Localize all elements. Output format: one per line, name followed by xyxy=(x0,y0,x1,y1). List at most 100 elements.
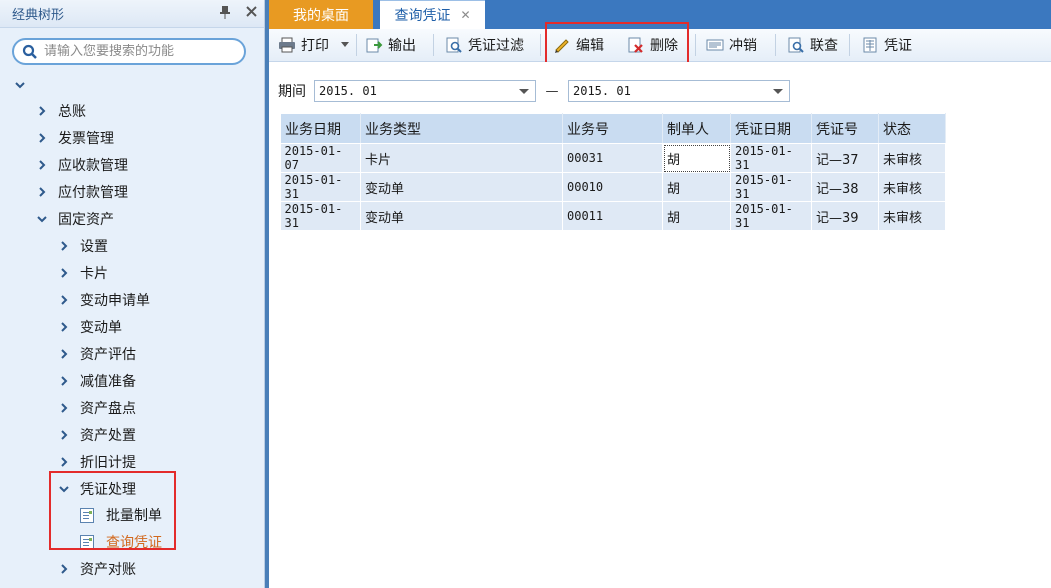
print-label: 打印 xyxy=(301,38,329,54)
tree-item-label: 资产处置 xyxy=(80,428,136,444)
reverse-button[interactable]: 冲销 xyxy=(706,33,757,57)
table-cell[interactable]: 2015-01-31 xyxy=(730,201,812,231)
pin-icon[interactable] xyxy=(212,5,238,23)
tree-item-receivable[interactable]: 应收款管理 xyxy=(36,154,128,176)
caret-down-icon xyxy=(341,42,349,47)
table-cell[interactable]: 胡 xyxy=(662,172,731,202)
close-icon[interactable]: ✕ xyxy=(460,8,470,22)
period-from-select[interactable]: 2015. 01 xyxy=(314,80,536,102)
tree-item-label: 总账 xyxy=(58,104,86,120)
table-cell[interactable]: 00011 xyxy=(562,201,663,231)
tree-item-label: 设置 xyxy=(80,239,108,255)
table-cell[interactable]: 00010 xyxy=(562,172,663,202)
linked-query-button[interactable]: 联查 xyxy=(787,33,838,57)
tree-item-label: 应收款管理 xyxy=(58,158,128,174)
table-cell[interactable]: 00031 xyxy=(562,143,663,173)
table-cell[interactable]: 记—37 xyxy=(811,143,879,173)
toolbar-separator xyxy=(849,34,850,56)
toolbar-separator xyxy=(540,34,541,56)
table-cell[interactable]: 记—38 xyxy=(811,172,879,202)
export-icon xyxy=(366,38,383,53)
search-icon[interactable] xyxy=(22,44,38,60)
table-cell[interactable]: 2015-01-31 xyxy=(730,172,812,202)
period-label: 期间 xyxy=(278,84,306,100)
tab-query-voucher[interactable]: 查询凭证 ✕ xyxy=(380,0,485,29)
search-input[interactable] xyxy=(44,44,244,59)
tree-item-reconciliation[interactable]: 资产对账 xyxy=(58,558,136,580)
tree-item-change-request[interactable]: 变动申请单 xyxy=(58,289,150,311)
table-cell[interactable]: 记—39 xyxy=(811,201,879,231)
tree-item-disposal[interactable]: 资产处置 xyxy=(58,424,136,446)
export-button[interactable]: 输出 xyxy=(365,33,416,57)
table-cell[interactable]: 2015-01-31 xyxy=(280,201,361,231)
column-header[interactable]: 业务类型 xyxy=(360,113,563,144)
table-cell[interactable]: 未审核 xyxy=(878,172,946,202)
sidebar: 经典树形 总账 发票管理 应收款管理 xyxy=(0,0,265,588)
tree-item-change-doc[interactable]: 变动单 xyxy=(58,316,122,338)
column-header[interactable]: 制单人 xyxy=(662,113,731,144)
column-header[interactable]: 凭证号 xyxy=(811,113,879,144)
table-row[interactable]: 2015-01-31 变动单 00011 胡 2015-01-31 记—39 未… xyxy=(280,201,946,231)
tree-item-label: 变动单 xyxy=(80,320,122,336)
voucher-filter-label: 凭证过滤 xyxy=(468,38,524,54)
close-icon[interactable] xyxy=(238,6,264,21)
column-header[interactable]: 状态 xyxy=(878,113,946,144)
table-cell[interactable]: 未审核 xyxy=(878,201,946,231)
period-to-value: 2015. 01 xyxy=(573,84,631,98)
table-cell[interactable]: 未审核 xyxy=(878,143,946,173)
chevron-right-icon xyxy=(61,564,68,574)
tree-item-card[interactable]: 卡片 xyxy=(58,262,108,284)
tree-item-label: 减值准备 xyxy=(80,374,136,390)
chevron-right-icon xyxy=(61,403,68,413)
voucher-filter-button[interactable]: 凭证过滤 xyxy=(445,33,524,57)
caret-down-icon xyxy=(519,89,529,94)
delete-button[interactable]: 删除 xyxy=(627,33,678,57)
tree-item-asset-valuation[interactable]: 资产评估 xyxy=(58,343,136,365)
delete-icon xyxy=(628,37,643,53)
tree-item-invoice[interactable]: 发票管理 xyxy=(36,127,114,149)
tree-item-label: 资产盘点 xyxy=(80,401,136,417)
tab-my-desktop[interactable]: 我的桌面 xyxy=(269,0,373,29)
table-cell[interactable]: 变动单 xyxy=(360,201,563,231)
column-header[interactable]: 凭证日期 xyxy=(730,113,812,144)
table-cell[interactable]: 卡片 xyxy=(360,143,563,173)
table-cell[interactable]: 2015-01-07 xyxy=(280,143,361,173)
edit-button[interactable]: 编辑 xyxy=(553,33,604,57)
table-row[interactable]: 2015-01-07 卡片 00031 胡 2015-01-31 记—37 未审… xyxy=(280,143,946,173)
column-header[interactable]: 业务日期 xyxy=(280,113,361,144)
sidebar-header: 经典树形 xyxy=(0,0,264,28)
tree-item-query-voucher[interactable]: 查询凭证 xyxy=(80,531,162,553)
table-cell[interactable]: 变动单 xyxy=(360,172,563,202)
chevron-down-icon xyxy=(37,216,47,223)
table-cell[interactable]: 胡 xyxy=(662,201,731,231)
print-button[interactable]: 打印 xyxy=(278,33,329,57)
tree-item-inventory[interactable]: 资产盘点 xyxy=(58,397,136,419)
tree-item-depreciation[interactable]: 折旧计提 xyxy=(58,451,136,473)
tree-item-batch-voucher[interactable]: 批量制单 xyxy=(80,504,162,526)
caret-down-icon xyxy=(773,89,783,94)
tree-item-impairment[interactable]: 减值准备 xyxy=(58,370,136,392)
tree-item-settings[interactable]: 设置 xyxy=(58,235,108,257)
chevron-right-icon xyxy=(61,322,68,332)
tree-item-label: 查询凭证 xyxy=(106,535,162,551)
tree-item-voucher-processing[interactable]: 凭证处理 xyxy=(58,478,136,500)
chevron-right-icon xyxy=(61,241,68,251)
export-label: 输出 xyxy=(388,38,416,54)
main-area: 我的桌面 查询凭证 ✕ 打印 输出 凭证过滤 编辑 删除 冲销 联查 凭证 期间… xyxy=(269,0,1051,588)
linked-query-icon xyxy=(788,37,804,53)
period-to-select[interactable]: 2015. 01 xyxy=(568,80,790,102)
tree-item-payable[interactable]: 应付款管理 xyxy=(36,181,128,203)
document-icon xyxy=(80,507,94,523)
table-cell[interactable]: 2015-01-31 xyxy=(730,143,812,173)
tree-root-toggle[interactable] xyxy=(14,74,36,96)
tree-item-general-ledger[interactable]: 总账 xyxy=(36,100,86,122)
tree-item-label: 变动申请单 xyxy=(80,293,150,309)
table-row[interactable]: 2015-01-31 变动单 00010 胡 2015-01-31 记—38 未… xyxy=(280,172,946,202)
table-cell-focused[interactable]: 胡 xyxy=(662,143,731,173)
tree-item-fixed-assets[interactable]: 固定资产 xyxy=(36,208,114,230)
column-header[interactable]: 业务号 xyxy=(562,113,663,144)
voucher-button[interactable]: 凭证 xyxy=(861,33,912,57)
table-cell[interactable]: 2015-01-31 xyxy=(280,172,361,202)
print-dropdown[interactable] xyxy=(341,33,354,57)
chevron-right-icon xyxy=(39,160,46,170)
